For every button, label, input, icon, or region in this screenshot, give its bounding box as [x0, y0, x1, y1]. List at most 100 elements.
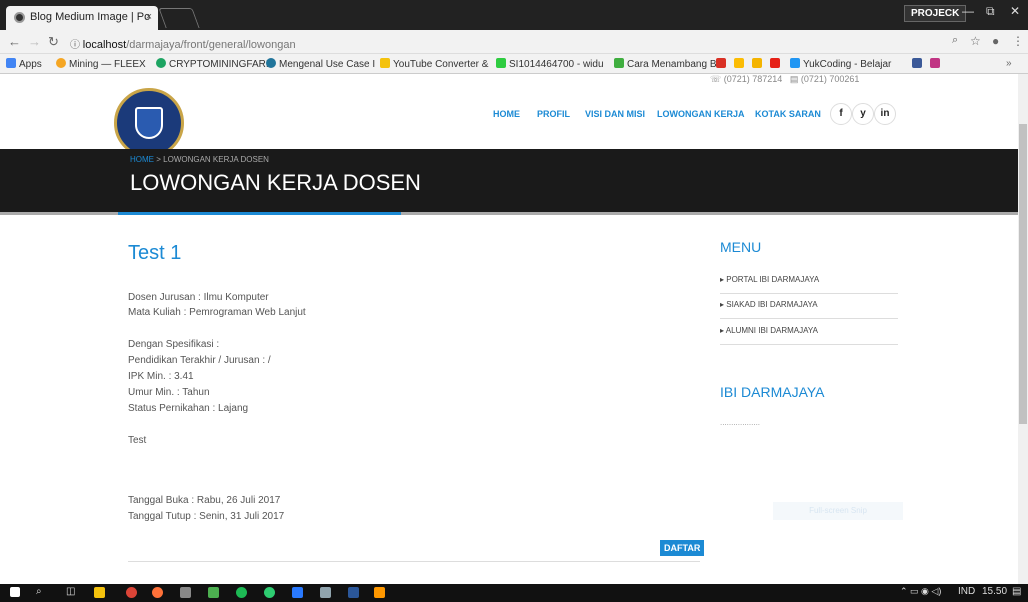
- page-banner: HOME > LOWONGAN KERJA DOSEN LOWONGAN KER…: [0, 149, 1018, 215]
- extension-icon[interactable]: ●: [992, 34, 999, 48]
- windows-start-icon[interactable]: [10, 587, 20, 597]
- breadcrumb-current: LOWONGAN KERJA DOSEN: [163, 155, 269, 164]
- linkedin-icon[interactable]: in: [874, 103, 896, 125]
- url-host: localhost: [82, 39, 127, 51]
- app-icon[interactable]: [320, 587, 331, 598]
- page-scrollbar[interactable]: [1018, 74, 1028, 584]
- job-description: Test: [128, 435, 147, 446]
- sidebar-item-portal[interactable]: PORTAL IBI DARMAJAYA: [720, 275, 898, 294]
- reload-icon[interactable]: ↻: [48, 34, 59, 50]
- app-icon[interactable]: [180, 587, 191, 598]
- address-toolbar: ← → ↻ ⓘ localhost/darmajaya/front/genera…: [0, 30, 1028, 54]
- app-icon[interactable]: [264, 587, 275, 598]
- url-path: /darmajaya/front/general/lowongan: [126, 39, 296, 51]
- site-logo[interactable]: [114, 88, 184, 158]
- minimize-button[interactable]: —: [962, 4, 974, 18]
- daftar-button[interactable]: DAFTAR: [660, 540, 705, 556]
- nav-kotak-saran[interactable]: KOTAK SARAN: [755, 109, 821, 119]
- sidebar-about-heading: IBI DARMAJAYA: [720, 384, 825, 400]
- banner-accent: [118, 212, 401, 215]
- bookmark-drive[interactable]: [734, 58, 747, 70]
- word-icon[interactable]: [348, 587, 359, 598]
- firefox-icon[interactable]: [152, 587, 163, 598]
- taskbar: ⌕ ◫ ⌃ ▭ ◉ ◁) IND 15.50 ▤: [0, 584, 1028, 602]
- contact-info: ☏ (0721) 787214 ▤ (0721) 700261: [710, 74, 859, 85]
- chrome-icon[interactable]: [126, 587, 137, 598]
- twitter-icon[interactable]: y: [852, 103, 874, 125]
- job-jurusan: Dosen Jurusan : Ilmu Komputer: [128, 292, 269, 303]
- close-window-button[interactable]: ✕: [1010, 4, 1020, 18]
- nav-profil[interactable]: PROFIL: [537, 109, 570, 119]
- sidebar-item-alumni[interactable]: ALUMNI IBI DARMAJAYA: [720, 326, 898, 345]
- zoom-icon[interactable]: ⌕: [952, 34, 958, 47]
- app-icon[interactable]: [374, 587, 385, 598]
- sidebar-item-siakad[interactable]: SIAKAD IBI DARMAJAYA: [720, 300, 898, 319]
- scrollbar-thumb[interactable]: [1019, 124, 1027, 424]
- bookmark-instagram[interactable]: [930, 58, 943, 70]
- notification-icon[interactable]: ▤: [1012, 586, 1021, 597]
- spec-pendidikan: Pendidikan Terakhir / Jurusan : /: [128, 355, 271, 366]
- notepad-icon[interactable]: [208, 587, 219, 598]
- youtube-icon: [770, 58, 780, 68]
- contact-phone: (0721) 787214: [723, 74, 783, 84]
- search-icon[interactable]: ⌕: [36, 586, 42, 597]
- bookmark-item[interactable]: Mining — FLEEX: [56, 58, 146, 70]
- job-title: Test 1: [128, 242, 182, 264]
- code-icon: [790, 58, 800, 68]
- more-bookmarks-icon[interactable]: »: [1006, 58, 1012, 69]
- browser-tab[interactable]: Blog Medium Image | Po ×: [6, 6, 158, 30]
- bitcoin-icon: [56, 58, 66, 68]
- forward-icon[interactable]: →: [28, 34, 41, 49]
- drive-icon: [734, 58, 744, 68]
- facebook-icon[interactable]: f: [830, 103, 852, 125]
- converter-icon: [380, 58, 390, 68]
- upwork-icon: [496, 58, 506, 68]
- fullscreen-snip-label[interactable]: Full-screen Snip: [773, 502, 903, 520]
- app-icon[interactable]: [292, 587, 303, 598]
- profile-button[interactable]: PROJECK: [904, 5, 967, 22]
- star-icon[interactable]: ☆: [970, 34, 981, 48]
- web-page: ☏ (0721) 787214 ▤ (0721) 700261 HOME PRO…: [0, 74, 1018, 584]
- bookmark-facebook[interactable]: [912, 58, 925, 70]
- bookmark-slash[interactable]: [752, 58, 765, 70]
- new-tab-button[interactable]: [158, 8, 200, 28]
- slash-icon: [752, 58, 762, 68]
- bookmark-item[interactable]: YukCoding - Belajar: [790, 58, 891, 70]
- spec-heading: Dengan Spesifikasi :: [128, 339, 220, 350]
- spec-ipk: IPK Min. : 3.41: [128, 371, 194, 382]
- menu-icon[interactable]: ⋮: [1012, 34, 1024, 48]
- language-indicator[interactable]: IND: [958, 586, 975, 597]
- maximize-button[interactable]: ⧉: [986, 4, 995, 19]
- bookmark-item[interactable]: CRYPTOMININGFARI: [156, 58, 269, 70]
- nav-visi-misi[interactable]: VISI DAN MISI: [585, 109, 645, 119]
- gmail-icon: [716, 58, 726, 68]
- tab-favicon-icon: [14, 12, 25, 23]
- explorer-icon[interactable]: [94, 587, 105, 598]
- bookmark-youtube[interactable]: [770, 58, 783, 70]
- bookmark-apps[interactable]: Apps: [6, 58, 42, 70]
- back-icon[interactable]: ←: [8, 34, 21, 49]
- nav-home[interactable]: HOME: [493, 109, 520, 119]
- facebook-icon: [912, 58, 922, 68]
- tanggal-buka: Tanggal Buka : Rabu, 26 Juli 2017: [128, 495, 281, 506]
- url-input[interactable]: ⓘ localhost/darmajaya/front/general/lowo…: [70, 32, 970, 52]
- page-title: LOWONGAN KERJA DOSEN: [130, 170, 421, 195]
- breadcrumb-separator: >: [156, 155, 161, 164]
- tab-close-icon[interactable]: ×: [146, 11, 152, 23]
- breadcrumb: HOME > LOWONGAN KERJA DOSEN: [130, 155, 269, 164]
- info-icon: ⓘ: [70, 40, 83, 51]
- nav-lowongan[interactable]: LOWONGAN KERJA: [657, 109, 745, 119]
- breadcrumb-home[interactable]: HOME: [130, 155, 154, 164]
- tab-title: Blog Medium Image | Po: [30, 11, 151, 23]
- spotify-icon[interactable]: [236, 587, 247, 598]
- bookmark-gmail[interactable]: [716, 58, 729, 70]
- bookmark-item[interactable]: Mengenal Use Case I: [266, 58, 375, 70]
- bookmark-item[interactable]: Cara Menambang Bit: [614, 58, 722, 70]
- bookmark-item[interactable]: YouTube Converter &: [380, 58, 488, 70]
- task-view-icon[interactable]: ◫: [66, 586, 75, 597]
- tray-icons[interactable]: ⌃ ▭ ◉ ◁): [900, 586, 941, 597]
- job-matkul: Mata Kuliah : Pemrograman Web Lanjut: [128, 307, 306, 318]
- apps-icon: [6, 58, 16, 68]
- bookmark-item[interactable]: SI1014464700 - widu: [496, 58, 604, 70]
- clock[interactable]: 15.50: [982, 586, 1007, 597]
